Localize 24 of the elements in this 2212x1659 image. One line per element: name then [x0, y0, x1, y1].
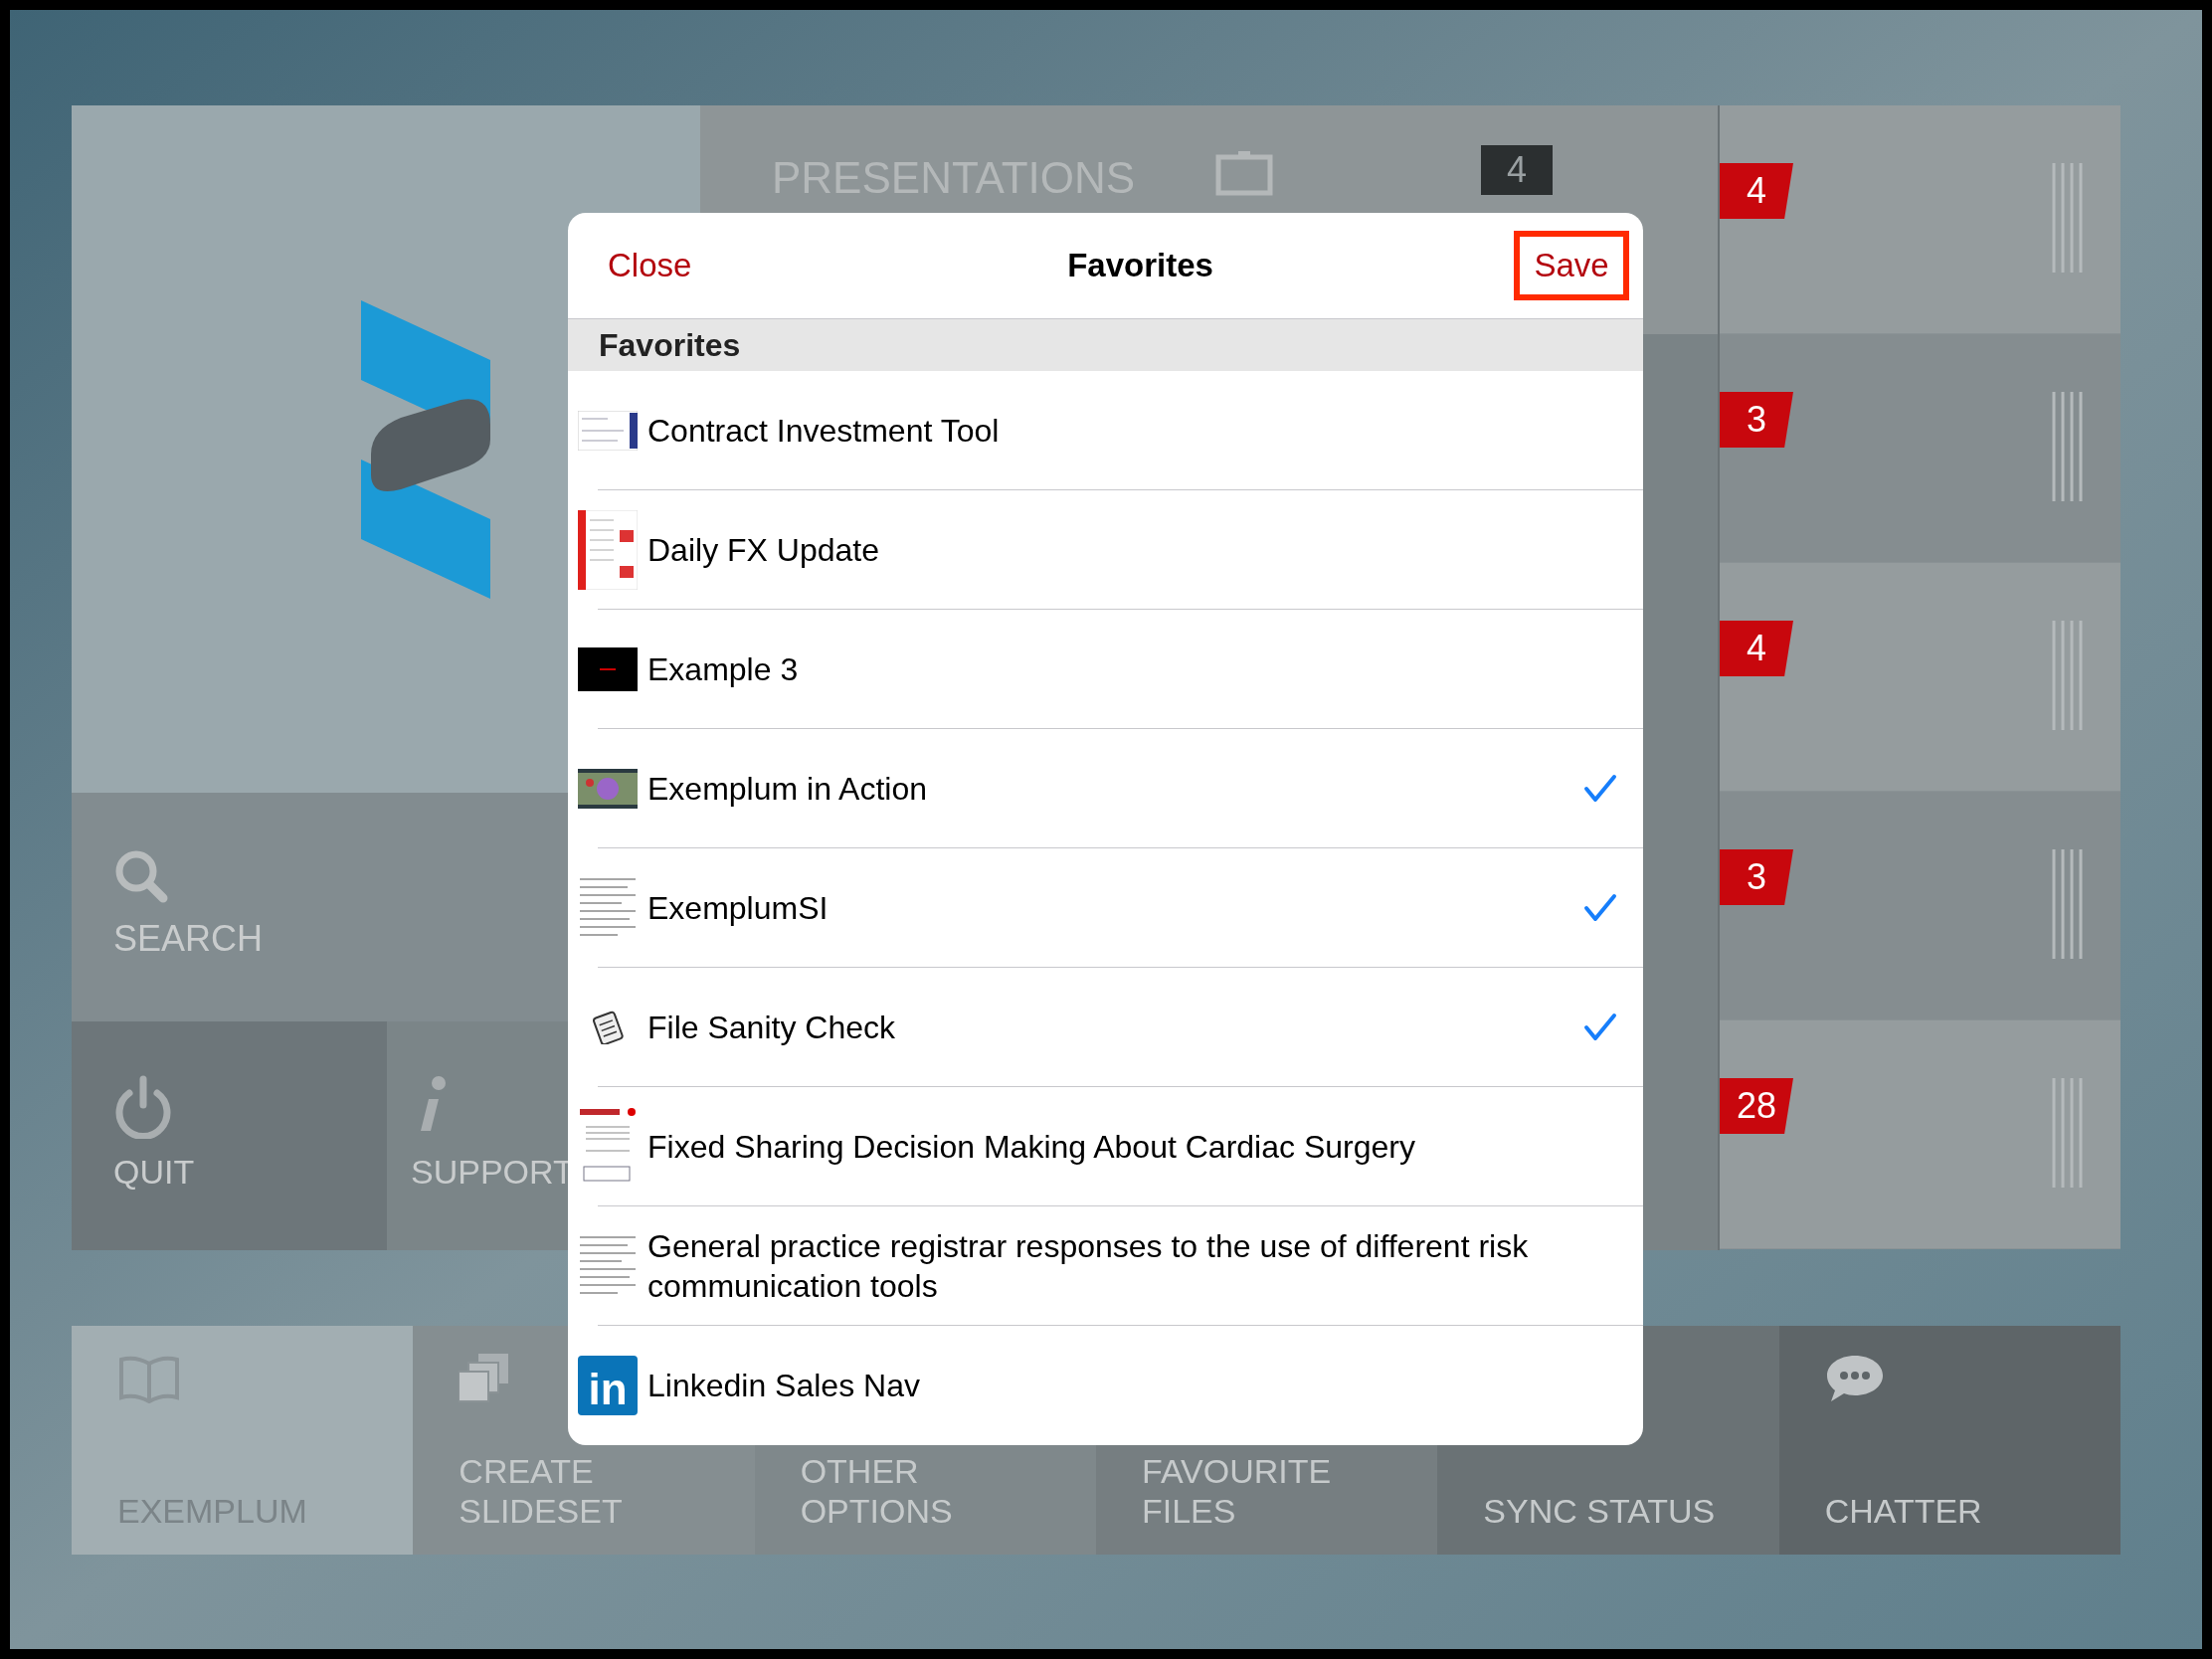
tile-label: OPTIONS [800, 1491, 954, 1531]
linkedin-logo: in [578, 1356, 638, 1415]
tile-label: FILES [1142, 1491, 1237, 1531]
count-badge: 4 [1481, 145, 1553, 195]
tile-label: OTHER [800, 1451, 920, 1491]
favorite-title: Contract Investment Tool [647, 412, 1001, 451]
count-badge: 3 [1720, 392, 1793, 448]
count-badge: 4 [1720, 163, 1793, 219]
tile-label: FAVOURITE [1142, 1451, 1333, 1491]
favorite-title: Example 3 [647, 650, 800, 689]
count-badge: 3 [1720, 849, 1793, 905]
section-header: Favorites [568, 318, 1643, 371]
tile-label: SYNC STATUS [1483, 1491, 1717, 1531]
search-label: SEARCH [113, 917, 265, 961]
tile-label: QUIT [113, 1151, 195, 1193]
favorite-title: Daily FX Update [647, 531, 880, 570]
count-badge: 4 [1720, 621, 1793, 676]
tile-label: CHATTER [1824, 1491, 1983, 1531]
tile-label: SLIDESET [459, 1491, 624, 1531]
favorite-title: Linkedin Sales Nav [647, 1367, 921, 1405]
tile-label: CREATE [459, 1451, 595, 1491]
dialog-title: Favorites [1067, 246, 1213, 286]
tile-label: SUPPORT [411, 1151, 574, 1193]
count-badge: 28 [1720, 1078, 1793, 1134]
